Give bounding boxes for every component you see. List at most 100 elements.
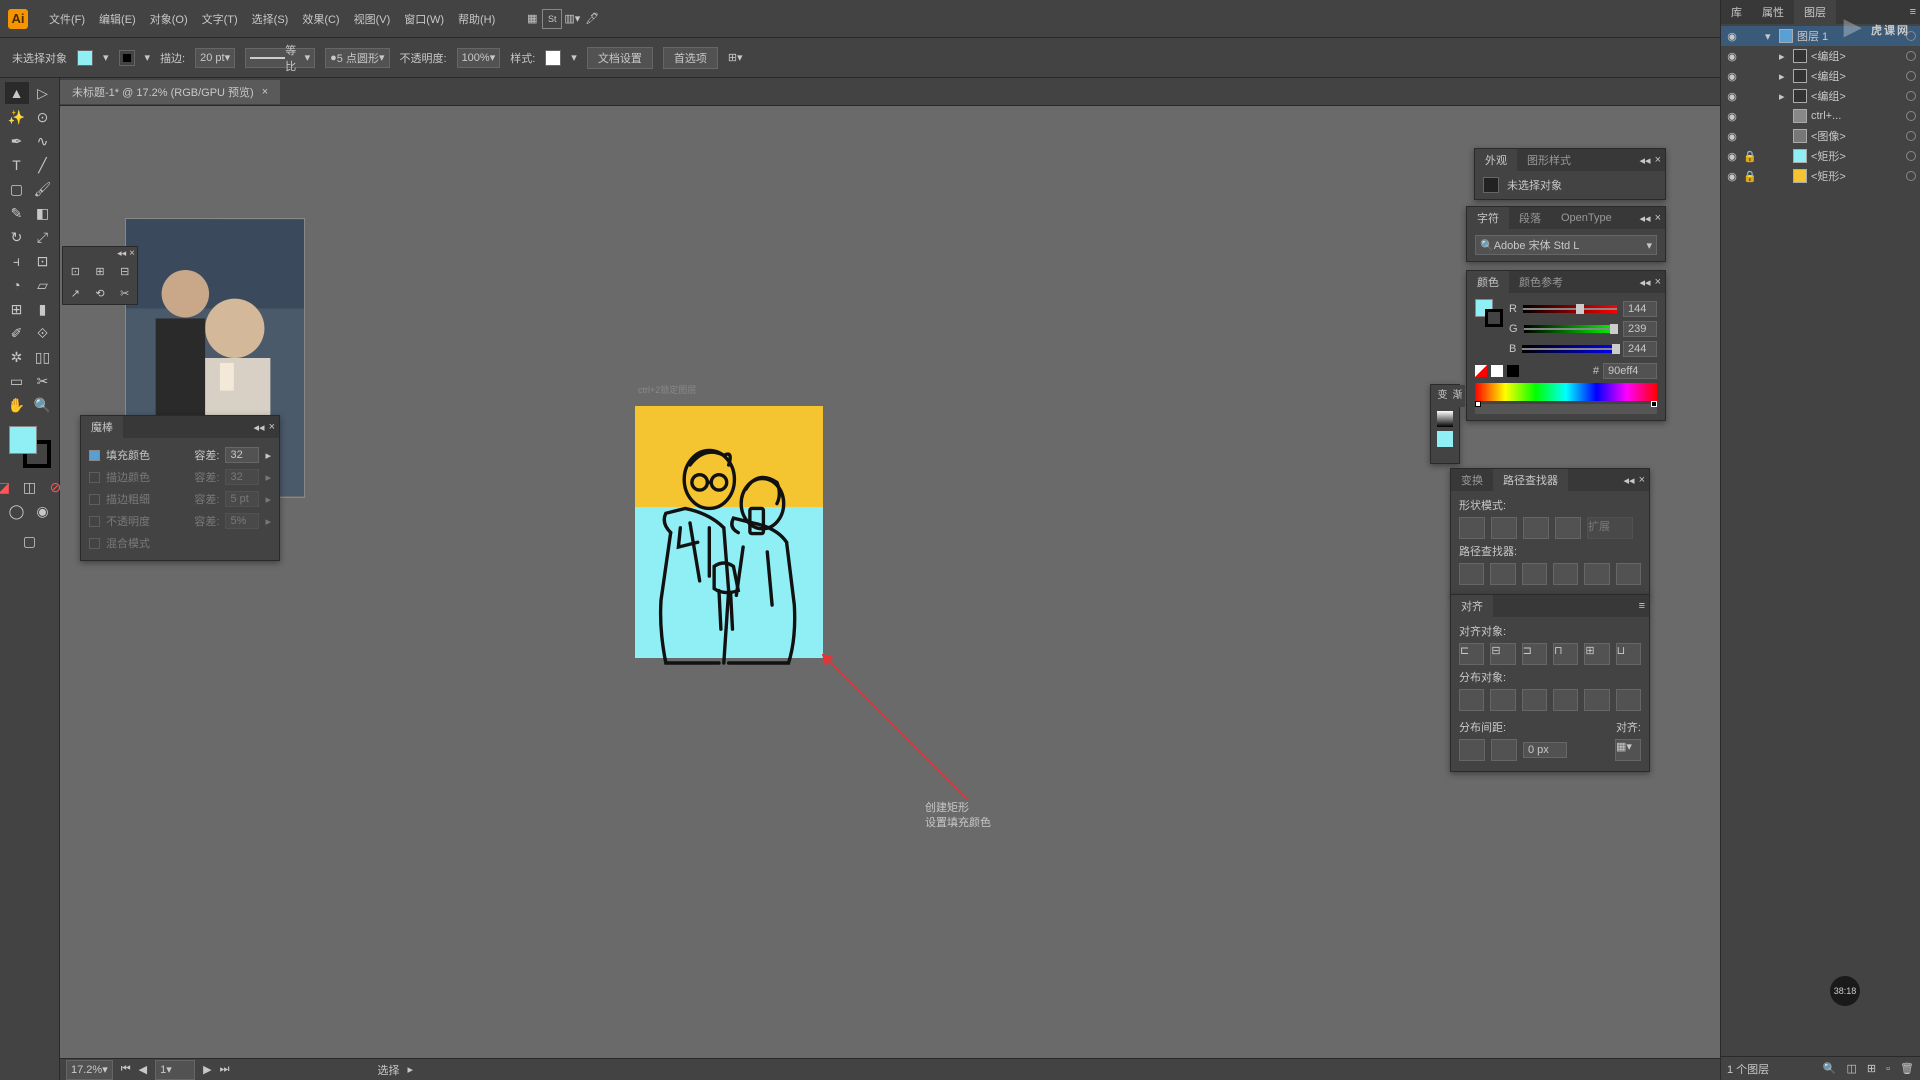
document-setup-button[interactable]: 文档设置 xyxy=(587,47,653,69)
gpu-icon[interactable]: 🖊 xyxy=(582,9,602,29)
locate-object-icon[interactable]: 🔍 xyxy=(1823,1062,1837,1075)
menu-view[interactable]: 视图(V) xyxy=(347,7,398,31)
mini-collapse-icon[interactable]: ◂◂ xyxy=(117,248,126,259)
direct-selection-tool[interactable]: ▷ xyxy=(31,82,55,104)
lock-icon[interactable]: 🔒 xyxy=(1743,150,1757,163)
artboard-nav-input[interactable]: 1 ▾ xyxy=(155,1060,195,1080)
visibility-icon[interactable]: ◉ xyxy=(1725,70,1739,83)
layer-row[interactable]: ◉🔒<矩形> xyxy=(1721,166,1920,186)
rectangle-tool[interactable]: ▢ xyxy=(5,178,29,200)
align-right-button[interactable]: ⊐ xyxy=(1522,643,1547,665)
layer-name[interactable]: <图像> xyxy=(1811,128,1846,144)
slice-tool[interactable]: ✂ xyxy=(31,370,55,392)
draw-behind-icon[interactable]: ◉ xyxy=(31,500,55,522)
scale-tool[interactable]: ⤢ xyxy=(31,226,55,248)
layer-row[interactable]: ◉ <图像> xyxy=(1721,126,1920,146)
align-bottom-button[interactable]: ⊔ xyxy=(1616,643,1641,665)
dist-spacing-h-button[interactable] xyxy=(1491,739,1517,761)
selection-tool[interactable]: ▲ xyxy=(5,82,29,104)
layer-name[interactable]: <编组> xyxy=(1811,68,1846,84)
layer-row[interactable]: ◉▸<编组> xyxy=(1721,66,1920,86)
dist-top-button[interactable] xyxy=(1459,689,1484,711)
free-transform-tool[interactable]: ⊡ xyxy=(31,250,55,272)
stroke-weight-checkbox[interactable] xyxy=(89,494,100,505)
mini-close-icon[interactable]: × xyxy=(129,248,135,259)
blend-mode-checkbox[interactable] xyxy=(89,538,100,549)
layer-name[interactable]: <矩形> xyxy=(1811,168,1846,184)
align-tab[interactable]: 对齐 xyxy=(1451,595,1493,617)
close-tab-icon[interactable]: × xyxy=(262,86,268,98)
appearance-tab[interactable]: 外观 xyxy=(1475,149,1517,171)
panel-collapse-icon[interactable]: ◂◂ xyxy=(1624,474,1635,487)
visibility-icon[interactable]: ◉ xyxy=(1725,150,1739,163)
menu-effect[interactable]: 效果(C) xyxy=(295,7,346,31)
opentype-tab[interactable]: OpenType xyxy=(1551,209,1622,227)
panel-close-icon[interactable]: × xyxy=(1655,276,1661,289)
opacity-input[interactable]: 100% ▾ xyxy=(457,48,501,68)
eyedropper-tool[interactable]: ✐ xyxy=(5,322,29,344)
pen-tool[interactable]: ✒ xyxy=(5,130,29,152)
paintbrush-tool[interactable]: 🖌 xyxy=(31,178,55,200)
layer-name[interactable]: <矩形> xyxy=(1811,148,1846,164)
menu-type[interactable]: 文字(T) xyxy=(195,7,245,31)
tab-library[interactable]: 库 xyxy=(1721,0,1752,24)
lock-icon[interactable]: 🔒 xyxy=(1743,170,1757,183)
tolerance-input[interactable] xyxy=(225,447,259,463)
visibility-icon[interactable]: ◉ xyxy=(1725,50,1739,63)
visibility-icon[interactable]: ◉ xyxy=(1725,130,1739,143)
shaper-tool[interactable]: ✎ xyxy=(5,202,29,224)
align-vcenter-button[interactable]: ⊞ xyxy=(1584,643,1609,665)
rotate-tool[interactable]: ↻ xyxy=(5,226,29,248)
outline-button[interactable] xyxy=(1584,563,1609,585)
type-tool[interactable]: T xyxy=(5,154,29,176)
divide-button[interactable] xyxy=(1459,563,1484,585)
arrange-icon[interactable]: ▥▾ xyxy=(562,9,582,29)
visibility-icon[interactable]: ◉ xyxy=(1725,30,1739,43)
mb-btn-4[interactable]: ↗ xyxy=(63,282,88,304)
stroke-color-checkbox[interactable] xyxy=(89,472,100,483)
minus-front-button[interactable] xyxy=(1491,517,1517,539)
color-stroke-swatch[interactable] xyxy=(1485,309,1503,327)
paragraph-tab[interactable]: 段落 xyxy=(1509,207,1551,229)
tab-layers[interactable]: 图层 xyxy=(1794,0,1836,24)
gradient-thumb[interactable] xyxy=(1437,411,1453,427)
g-value-input[interactable] xyxy=(1623,321,1657,337)
layer-name[interactable]: ctrl+... xyxy=(1811,110,1841,122)
draw-mode-icon[interactable]: ◯ xyxy=(5,500,29,522)
artboard-tool[interactable]: ▭ xyxy=(5,370,29,392)
mb-btn-6[interactable]: ✂ xyxy=(112,282,137,304)
zoom-level-input[interactable]: 17.2% ▾ xyxy=(66,1060,113,1080)
status-flyout-icon[interactable]: ▸ xyxy=(407,1063,413,1076)
bridge-icon[interactable]: ▦ xyxy=(522,9,542,29)
perspective-tool[interactable]: ▱ xyxy=(31,274,55,296)
graph-tool[interactable]: ▯▯ xyxy=(31,346,55,368)
delete-layer-icon[interactable]: 🗑 xyxy=(1900,1062,1914,1075)
mb-btn-5[interactable]: ⟲ xyxy=(88,282,113,304)
document-tab[interactable]: 未标题-1* @ 17.2% (RGB/GPU 预览) × xyxy=(60,80,280,104)
dist-hcenter-button[interactable] xyxy=(1584,689,1609,711)
preferences-button[interactable]: 首选项 xyxy=(663,47,718,69)
lasso-tool[interactable]: ⊙ xyxy=(31,106,55,128)
merge-button[interactable] xyxy=(1522,563,1547,585)
target-icon[interactable] xyxy=(1906,51,1916,61)
target-icon[interactable] xyxy=(1906,71,1916,81)
panel-close-icon[interactable]: × xyxy=(269,421,275,434)
dist-spacing-v-button[interactable] xyxy=(1459,739,1485,761)
crop-button[interactable] xyxy=(1553,563,1578,585)
expand-icon[interactable]: ▾ xyxy=(1765,30,1775,43)
menu-window[interactable]: 窗口(W) xyxy=(397,7,451,31)
target-icon[interactable] xyxy=(1906,171,1916,181)
black-swatch[interactable] xyxy=(1507,365,1519,377)
zoom-tool[interactable]: 🔍 xyxy=(31,394,55,416)
layer-row[interactable]: ◉▸<编组> xyxy=(1721,86,1920,106)
nav-last-icon[interactable]: ⏭ xyxy=(220,1063,230,1076)
target-icon[interactable] xyxy=(1906,131,1916,141)
nav-prev-icon[interactable]: ◀ xyxy=(139,1063,147,1076)
make-clipping-icon[interactable]: ◫ xyxy=(1847,1062,1857,1075)
align-hcenter-button[interactable]: ⊟ xyxy=(1490,643,1515,665)
target-icon[interactable] xyxy=(1906,91,1916,101)
target-icon[interactable] xyxy=(1906,111,1916,121)
menu-edit[interactable]: 编辑(E) xyxy=(92,7,143,31)
panel-collapse-icon[interactable]: ◂◂ xyxy=(1640,212,1651,225)
dist-right-button[interactable] xyxy=(1616,689,1641,711)
